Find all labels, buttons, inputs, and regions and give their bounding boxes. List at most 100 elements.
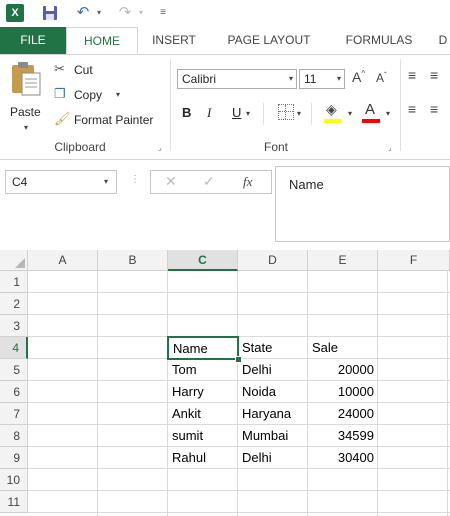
clipboard-launcher-icon[interactable]: ⌟ <box>158 143 162 152</box>
format-painter-label: Format Painter <box>74 113 154 127</box>
cell-d4[interactable]: State <box>238 337 308 359</box>
row-header-10[interactable]: 10 <box>0 469 28 491</box>
cell-e9[interactable]: 30400 <box>308 447 378 469</box>
grow-font-letter: A <box>352 69 362 85</box>
borders-icon[interactable] <box>278 104 294 120</box>
cell-d7[interactable]: Haryana <box>238 403 308 425</box>
excel-logo-icon: X <box>6 4 24 22</box>
ribbon-home: Paste ▾ ✂ Cut ❐ Copy ▾ 🖌 Format Painter … <box>0 55 450 160</box>
redo-icon[interactable]: ↷ <box>114 3 136 23</box>
enter-icon[interactable]: ✓ <box>203 173 215 190</box>
font-name-combo[interactable]: Calibri ▾ <box>177 69 297 89</box>
insert-function-icon[interactable]: fx <box>243 174 252 190</box>
fill-color-button[interactable]: ◈ <box>324 101 344 125</box>
tab-file[interactable]: FILE <box>0 27 66 54</box>
undo-dropdown-icon[interactable]: ▾ <box>94 3 104 23</box>
divider <box>263 103 264 125</box>
font-size-dropdown-icon: ▾ <box>336 74 341 83</box>
cell-c4[interactable]: Name <box>167 336 239 360</box>
font-group-label: Font <box>263 140 288 154</box>
row-header-2[interactable]: 2 <box>0 293 28 315</box>
font-launcher-icon[interactable]: ⌟ <box>388 143 392 152</box>
undo-icon[interactable]: ↶ <box>72 3 94 23</box>
font-size-combo[interactable]: 11 ▾ <box>299 69 345 89</box>
column-header-b[interactable]: B <box>98 250 168 271</box>
copy-label: Copy <box>74 88 103 102</box>
cell-c7[interactable]: Ankit <box>168 403 238 425</box>
tab-data[interactable]: D <box>436 27 450 54</box>
borders-dropdown-icon[interactable]: ▾ <box>297 109 301 118</box>
cell-e6[interactable]: 10000 <box>308 381 378 403</box>
cut-label: Cut <box>74 63 93 77</box>
cell-d8[interactable]: Mumbai <box>238 425 308 447</box>
underline-dropdown-icon[interactable]: ▾ <box>246 109 250 118</box>
format-painter-button[interactable]: 🖌 Format Painter <box>52 111 164 131</box>
cell-c5[interactable]: Tom <box>168 359 238 381</box>
customize-toolbar-icon[interactable]: ≡ <box>156 3 170 23</box>
cut-button[interactable]: ✂ Cut <box>52 61 112 81</box>
row-header-11[interactable]: 11 <box>0 491 28 513</box>
cell-e5[interactable]: 20000 <box>308 359 378 381</box>
bold-button[interactable]: B <box>182 105 191 120</box>
redo-dropdown-icon[interactable]: ▾ <box>136 3 146 23</box>
format-painter-icon: 🖌 <box>54 111 71 126</box>
column-header-c[interactable]: C <box>168 250 238 271</box>
tab-formulas[interactable]: FORMULAS <box>334 27 424 54</box>
row-header-7[interactable]: 7 <box>0 403 28 425</box>
cell-e8[interactable]: 34599 <box>308 425 378 447</box>
paste-button[interactable]: Paste ▾ <box>6 61 46 141</box>
row-header-4[interactable]: 4 <box>0 337 28 359</box>
cell-e4[interactable]: Sale <box>308 337 378 359</box>
font-color-dropdown-icon[interactable]: ▾ <box>386 109 390 118</box>
italic-button[interactable]: I <box>207 105 211 121</box>
copy-button[interactable]: ❐ Copy ▾ <box>52 86 132 106</box>
font-color-button[interactable]: A <box>362 101 382 125</box>
formula-input[interactable]: Name <box>275 166 450 242</box>
clipboard-group-label: Clipboard <box>54 140 106 154</box>
align-center-icon[interactable]: ≡ <box>430 101 438 117</box>
cell-c9[interactable]: Rahul <box>168 447 238 469</box>
column-header-d[interactable]: D <box>238 250 308 271</box>
column-header-f[interactable]: F <box>378 250 450 271</box>
tab-insert[interactable]: INSERT <box>144 27 204 54</box>
row-header-1[interactable]: 1 <box>0 271 28 293</box>
row-header-9[interactable]: 9 <box>0 447 28 469</box>
align-left-icon[interactable]: ≡ <box>408 101 416 117</box>
select-all-corner[interactable] <box>0 250 28 271</box>
row-header-8[interactable]: 8 <box>0 425 28 447</box>
tab-home[interactable]: HOME <box>66 27 138 54</box>
save-icon[interactable] <box>40 3 60 23</box>
cancel-icon[interactable]: ✕ <box>165 173 177 190</box>
font-size-value: 11 <box>304 72 317 86</box>
fill-color-swatch <box>324 119 342 123</box>
cell-d5[interactable]: Delhi <box>238 359 308 381</box>
quick-access-toolbar: X ↶ ▾ ↷ ▾ ≡ <box>0 0 450 27</box>
row-header-3[interactable]: 3 <box>0 315 28 337</box>
shrink-font-letter: A <box>376 71 385 85</box>
fill-color-dropdown-icon[interactable]: ▾ <box>348 109 352 118</box>
scissors-icon: ✂ <box>54 61 65 76</box>
name-box-value: C4 <box>12 175 28 189</box>
worksheet-grid: A B C D E F 1 2 3 4 5 6 7 8 9 10 11 Name… <box>0 250 450 516</box>
row-header-6[interactable]: 6 <box>0 381 28 403</box>
row-header-5[interactable]: 5 <box>0 359 28 381</box>
shrink-font-button[interactable]: Aˇ <box>376 71 394 91</box>
cell-c8[interactable]: sumit <box>168 425 238 447</box>
align-middle-icon[interactable]: ≡ <box>430 67 438 83</box>
divider <box>170 59 171 151</box>
column-header-e[interactable]: E <box>308 250 378 271</box>
copy-dropdown-icon: ▾ <box>116 90 121 99</box>
column-header-a[interactable]: A <box>28 250 98 271</box>
cell-c6[interactable]: Harry <box>168 381 238 403</box>
underline-button[interactable]: U <box>232 105 241 120</box>
font-name-value: Calibri <box>182 72 217 86</box>
name-box[interactable]: C4 ▾ <box>5 170 117 194</box>
align-top-icon[interactable]: ≡ <box>408 67 416 83</box>
paste-icon <box>12 62 41 96</box>
paste-dropdown-icon: ▾ <box>24 123 29 132</box>
cell-d9[interactable]: Delhi <box>238 447 308 469</box>
grow-font-button[interactable]: A^ <box>352 69 370 89</box>
cell-d6[interactable]: Noida <box>238 381 308 403</box>
cell-e7[interactable]: 24000 <box>308 403 378 425</box>
tab-page-layout[interactable]: PAGE LAYOUT <box>216 27 322 54</box>
